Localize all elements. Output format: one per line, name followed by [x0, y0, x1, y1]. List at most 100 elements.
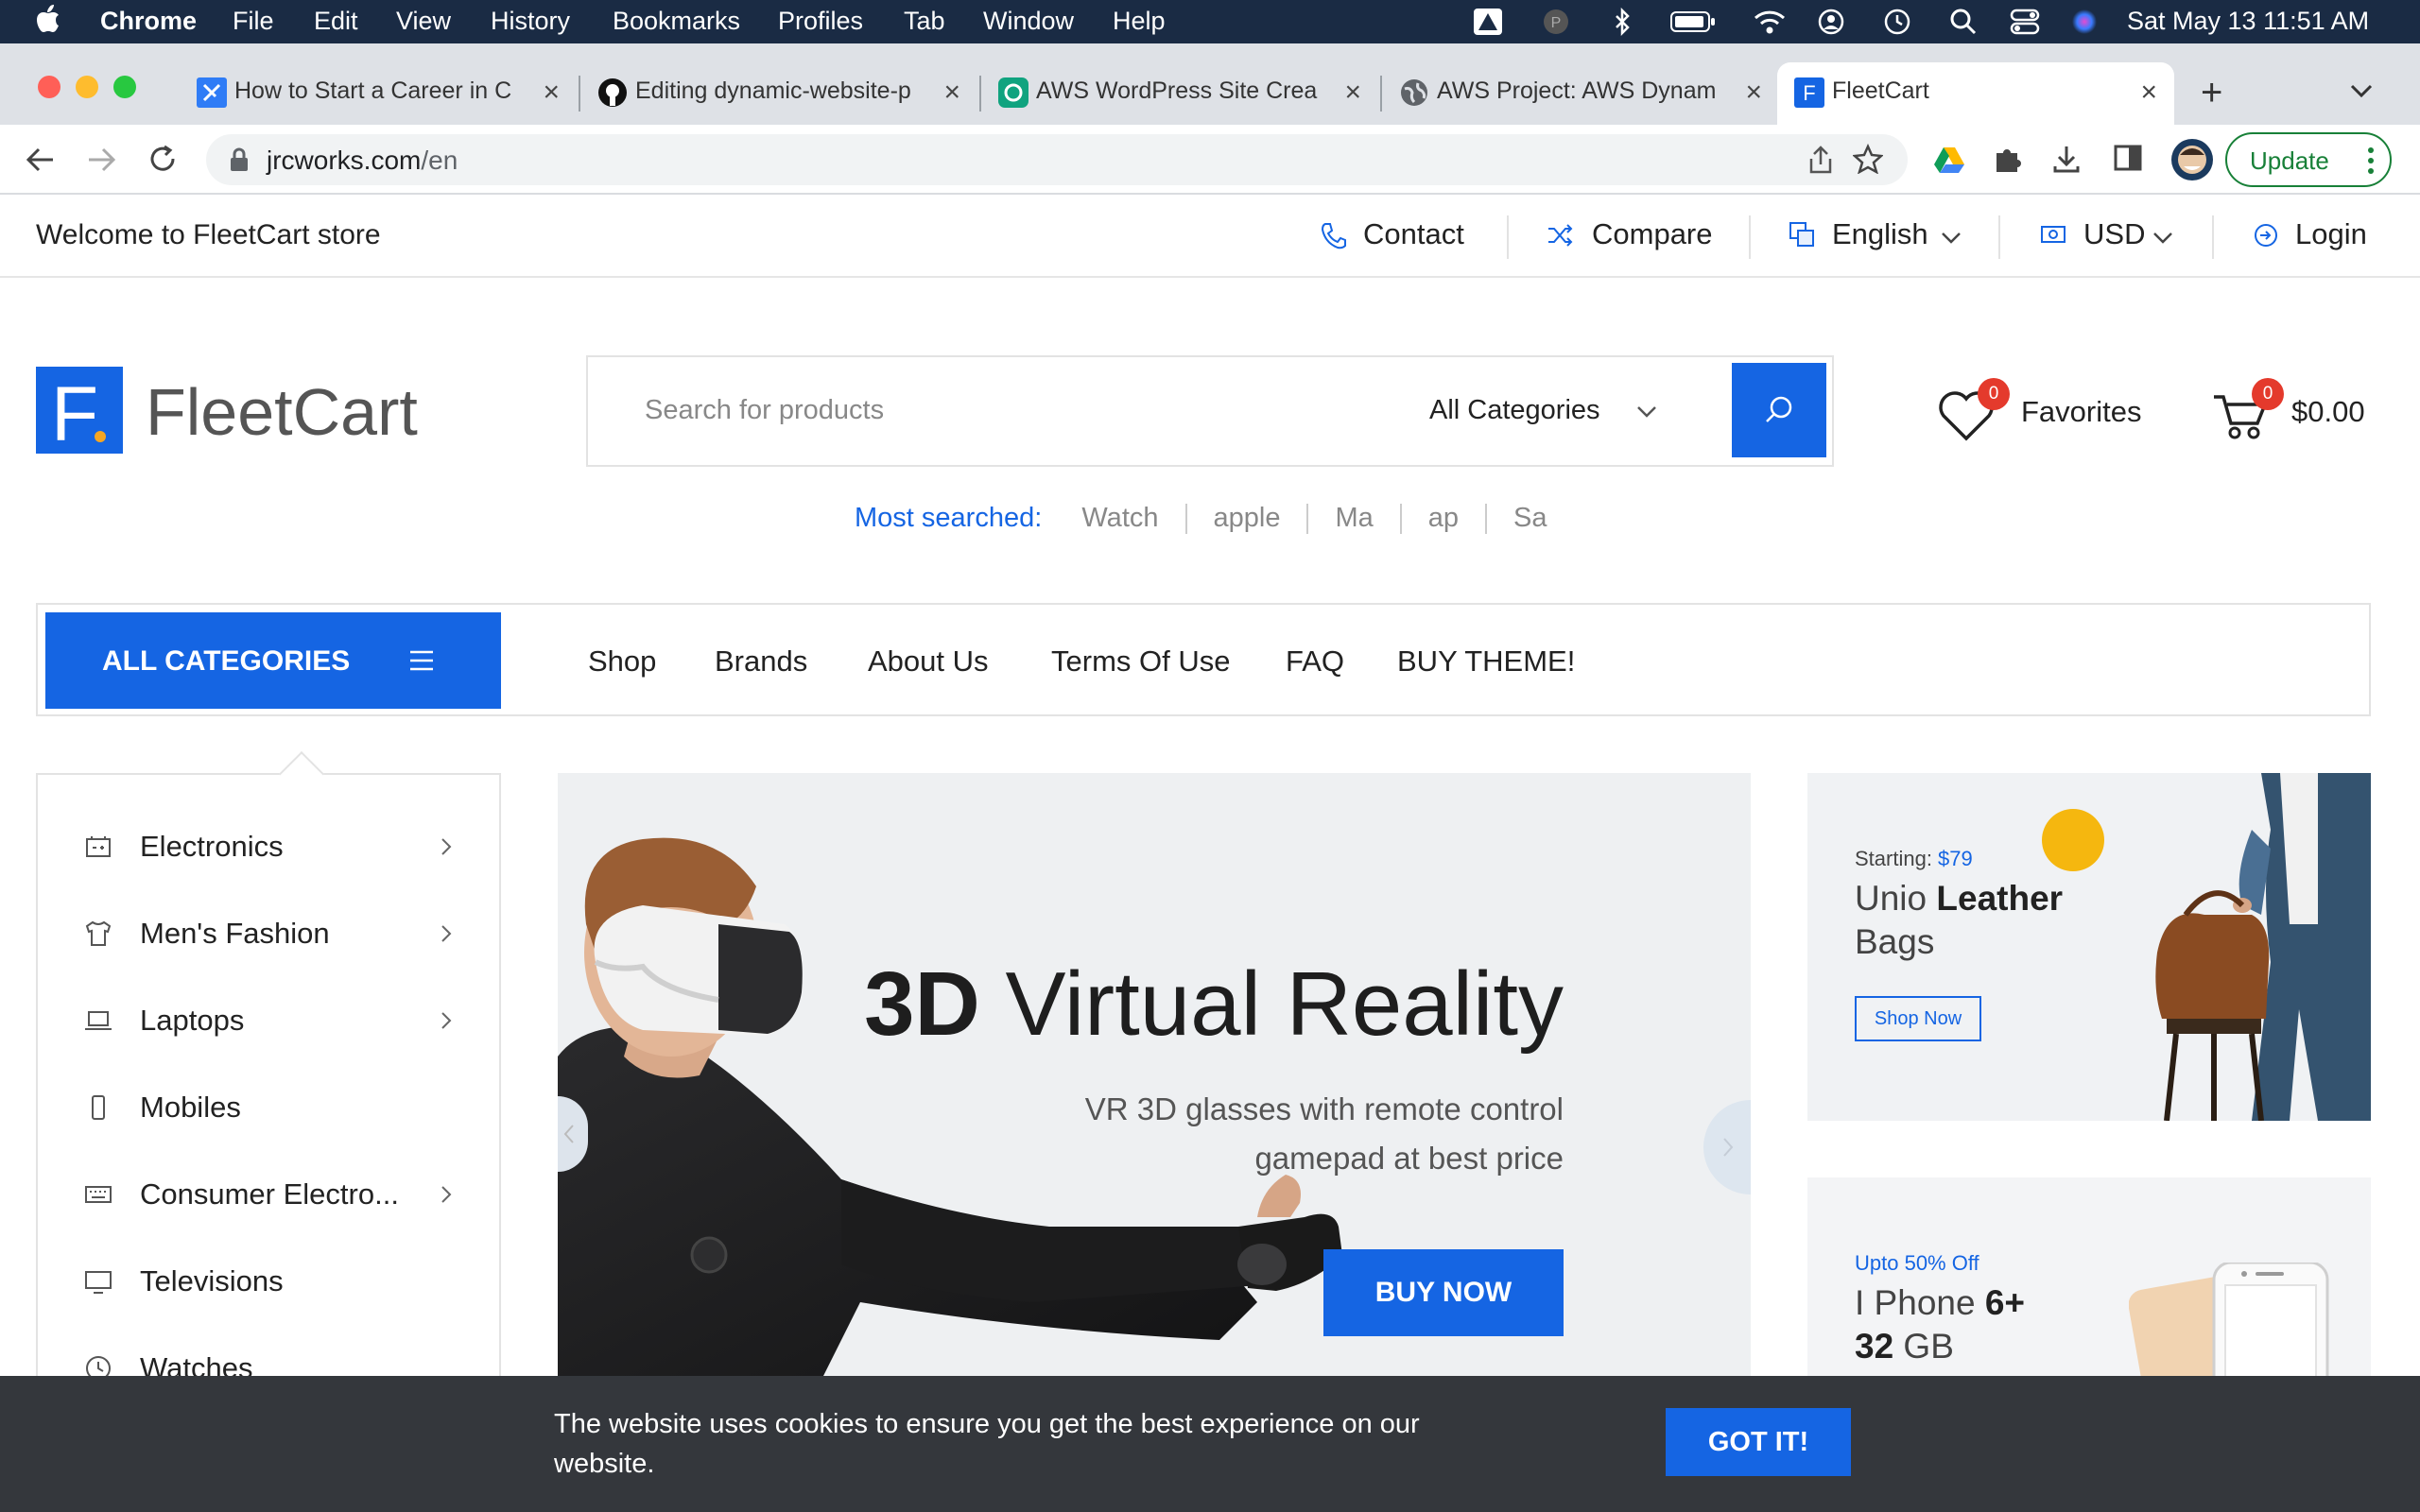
back-arrow-icon[interactable] — [25, 146, 55, 174]
window-minimize-button[interactable] — [76, 76, 98, 98]
chevron-down-icon[interactable] — [1940, 231, 1962, 246]
search-keyword[interactable]: Ma — [1335, 503, 1373, 533]
menu-history[interactable]: History — [491, 7, 570, 36]
buy-now-button[interactable]: BUY NOW — [1323, 1249, 1564, 1336]
proxy-status-icon[interactable]: P — [1535, 8, 1577, 36]
nav-shop[interactable]: Shop — [588, 644, 656, 679]
category-televisions[interactable]: Televisions — [38, 1253, 501, 1310]
share-icon[interactable] — [1807, 146, 1834, 174]
menu-app-name[interactable]: Chrome — [100, 7, 197, 36]
category-consumer-electronics[interactable]: Consumer Electro... — [38, 1166, 501, 1223]
shop-now-button[interactable]: Shop Now — [1855, 996, 1981, 1041]
user-account-icon[interactable] — [1817, 8, 1845, 36]
bookmark-star-icon[interactable] — [1853, 144, 1883, 174]
extensions-puzzle-icon[interactable] — [1993, 144, 2023, 174]
control-center-icon[interactable] — [2010, 8, 2040, 36]
new-tab-icon[interactable]: + — [2201, 72, 2222, 114]
browser-tab[interactable]: How to Start a Career in C × — [180, 62, 577, 125]
hero-title: 3D Virtual Reality — [864, 953, 1564, 1057]
browser-tab[interactable]: AWS WordPress Site Crea × — [981, 62, 1378, 125]
shuffle-icon — [1547, 223, 1573, 248]
currency-selector[interactable]: USD — [2083, 217, 2145, 251]
chrome-update-button[interactable]: Update — [2225, 132, 2392, 187]
menu-help[interactable]: Help — [1113, 7, 1166, 36]
lock-icon[interactable] — [229, 147, 250, 172]
currency-icon — [2040, 223, 2066, 246]
side-panel-icon[interactable] — [2114, 144, 2142, 172]
category-label: Men's Fashion — [140, 917, 330, 950]
downloads-icon[interactable] — [2051, 144, 2082, 174]
browser-tab-active[interactable]: F FleetCart × — [1777, 62, 2174, 125]
category-mens-fashion[interactable]: Men's Fashion — [38, 905, 501, 962]
github-icon — [597, 77, 628, 108]
search-keyword[interactable]: Sa — [1513, 503, 1547, 533]
search-input[interactable]: Search for products — [645, 395, 884, 426]
all-categories-button[interactable]: ALL CATEGORIES — [45, 612, 501, 709]
category-laptops[interactable]: Laptops — [38, 992, 501, 1049]
google-drive-extension-icon[interactable] — [1934, 146, 1964, 174]
chevron-down-icon[interactable] — [1635, 404, 1658, 420]
menu-bookmarks[interactable]: Bookmarks — [613, 7, 740, 36]
tab-close-icon[interactable]: × — [943, 77, 960, 109]
category-mobiles[interactable]: Mobiles — [38, 1079, 501, 1136]
search-keyword[interactable]: apple — [1214, 503, 1281, 533]
window-zoom-button[interactable] — [113, 76, 136, 98]
globe-icon — [1399, 77, 1429, 108]
hamburger-icon — [408, 650, 435, 671]
search-keyword[interactable]: ap — [1428, 503, 1459, 533]
login-link[interactable]: Login — [2295, 217, 2367, 251]
tab-close-icon[interactable]: × — [2140, 77, 2157, 109]
url-text[interactable]: jrcworks.com/en — [267, 146, 458, 176]
promo-starting-label: Starting: — [1855, 847, 1939, 870]
drive-status-icon[interactable] — [1473, 8, 1503, 36]
search-button[interactable] — [1732, 363, 1826, 457]
cookie-accept-button[interactable]: GOT IT! — [1666, 1408, 1851, 1476]
battery-status-icon[interactable] — [1669, 8, 1717, 36]
menubar-datetime[interactable]: Sat May 13 11:51 AM — [2127, 7, 2369, 36]
nav-buy-theme[interactable]: BUY THEME! — [1397, 644, 1575, 679]
browser-tab[interactable]: Editing dynamic-website-p × — [580, 62, 977, 125]
menu-window[interactable]: Window — [983, 7, 1074, 36]
menu-file[interactable]: File — [233, 7, 274, 36]
tab-search-chevron-icon[interactable] — [2348, 81, 2375, 100]
bluetooth-icon[interactable] — [1613, 8, 1632, 36]
hero-title-bold: 3D — [864, 954, 980, 1055]
profile-avatar-icon[interactable] — [2170, 138, 2214, 181]
site-top-bar: Welcome to FleetCart store Contact Compa… — [0, 197, 2420, 278]
siri-icon[interactable] — [2070, 8, 2099, 36]
category-select[interactable]: All Categories — [1429, 395, 1600, 426]
tab-close-icon[interactable]: × — [1745, 77, 1762, 109]
nav-terms[interactable]: Terms Of Use — [1051, 644, 1230, 679]
menu-profiles[interactable]: Profiles — [778, 7, 863, 36]
wifi-icon[interactable] — [1753, 8, 1787, 36]
address-bar[interactable]: jrcworks.com/en — [206, 134, 1908, 185]
spotlight-search-icon[interactable] — [1949, 8, 1978, 36]
language-selector[interactable]: English — [1832, 217, 1928, 251]
more-vertical-icon[interactable] — [2367, 146, 2375, 175]
forward-arrow-icon[interactable] — [87, 146, 117, 174]
browser-tab-strip: How to Start a Career in C × Editing dyn… — [0, 43, 2420, 125]
menu-view[interactable]: View — [396, 7, 451, 36]
tab-close-icon[interactable]: × — [1344, 77, 1361, 109]
logo-text: FleetCart — [146, 375, 418, 449]
nav-about-us[interactable]: About Us — [868, 644, 989, 679]
chevron-down-icon[interactable] — [2152, 231, 2174, 246]
contact-link[interactable]: Contact — [1363, 217, 1464, 251]
search-keyword[interactable]: Watch — [1081, 503, 1158, 533]
nav-faq[interactable]: FAQ — [1286, 644, 1344, 679]
reload-icon[interactable] — [147, 144, 178, 174]
apple-menu-icon[interactable] — [36, 4, 60, 34]
tab-title: AWS WordPress Site Crea — [1036, 77, 1318, 104]
window-close-button[interactable] — [38, 76, 60, 98]
menu-tab[interactable]: Tab — [904, 7, 945, 36]
promo-banner-leather-bags[interactable]: Starting: $79 Unio Leather Bags Shop Now — [1807, 773, 2371, 1121]
nav-brands[interactable]: Brands — [715, 644, 807, 679]
compare-link[interactable]: Compare — [1592, 217, 1713, 251]
tab-close-icon[interactable]: × — [543, 77, 560, 109]
battery-icon — [83, 832, 113, 862]
update-label: Update — [2250, 146, 2329, 175]
time-machine-icon[interactable] — [1883, 8, 1911, 36]
menu-edit[interactable]: Edit — [314, 7, 358, 36]
browser-tab[interactable]: AWS Project: AWS Dynam × — [1382, 62, 1779, 125]
category-electronics[interactable]: Electronics — [38, 818, 501, 875]
